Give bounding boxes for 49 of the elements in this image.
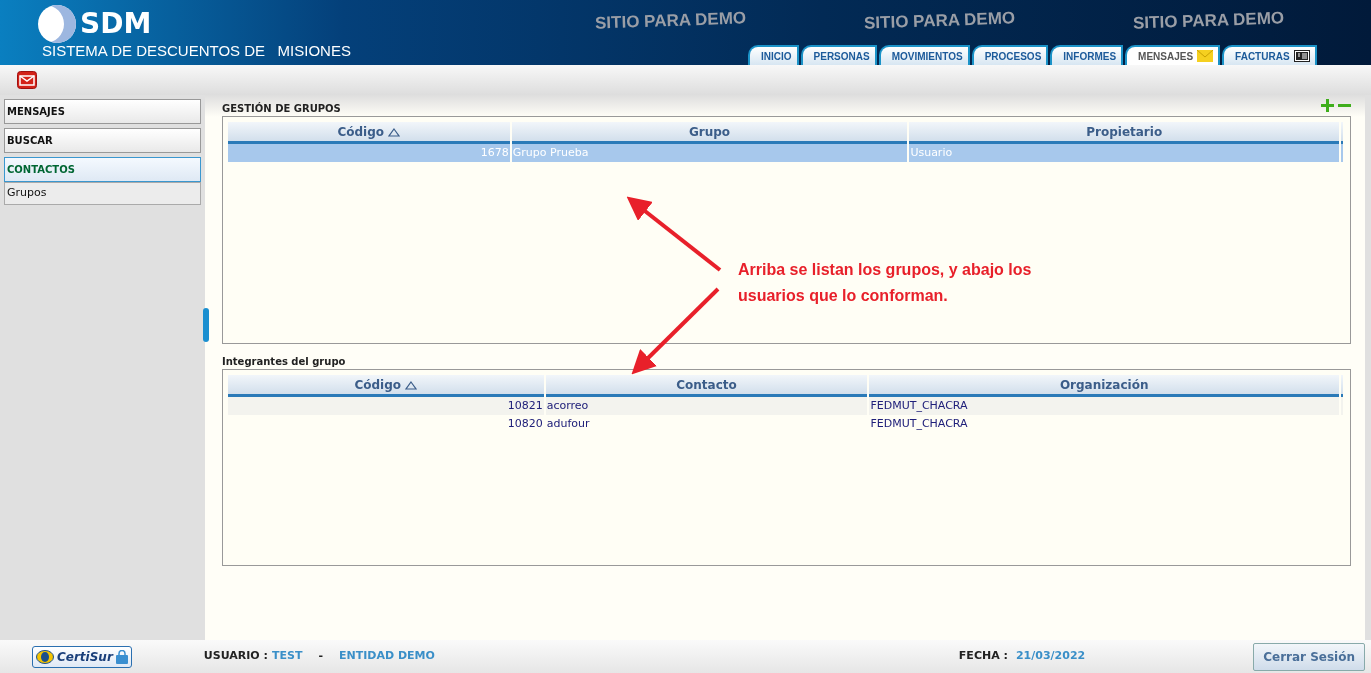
sort-ascending-icon <box>405 380 418 390</box>
mail-icon[interactable] <box>17 71 37 89</box>
logo-text: SDM <box>80 10 152 38</box>
logout-button[interactable]: Cerrar Sesión <box>1253 642 1365 671</box>
sidebar-link[interactable]: Grupos <box>4 182 201 205</box>
envelope-icon <box>1197 50 1214 62</box>
demo-banner-text: SITIO PARA DEMO <box>594 7 747 35</box>
nav-tab[interactable]: INICIO <box>748 45 799 65</box>
annotation-text: Arriba se listan los grupos, y abajo los usuarios que lo conforman. <box>738 260 1033 306</box>
sidebar-section[interactable]: BUSCAR <box>4 128 201 153</box>
table-cell: Usuario <box>909 144 1339 162</box>
moon-logo-icon <box>38 5 76 43</box>
date-value: 21/03/2022 <box>1015 648 1086 665</box>
column-header[interactable]: Código <box>228 122 510 144</box>
padlock-icon <box>115 649 128 664</box>
banknote-icon <box>1293 50 1310 62</box>
nav-tab[interactable]: PROCESOS <box>971 45 1049 65</box>
column-header[interactable]: Contacto <box>545 375 868 397</box>
table-cell: 1678 <box>228 144 510 162</box>
nav-tab[interactable]: MENSAJES <box>1125 45 1221 65</box>
plus-icon[interactable] <box>1321 99 1334 112</box>
nav-tab[interactable]: MOVIMIENTOS <box>878 45 970 65</box>
demo-banner-text: SITIO PARA DEMO <box>1132 7 1285 35</box>
column-header[interactable]: Grupo <box>511 122 908 144</box>
user-label: USUARIO : <box>202 648 268 665</box>
nav-tab[interactable]: INFORMES <box>1050 45 1124 65</box>
table-cell: Grupo Prueba <box>511 144 908 162</box>
nav-tab[interactable]: FACTURAS <box>1222 45 1317 65</box>
certificate-badge[interactable]: CertiSur <box>32 645 132 668</box>
system-title: SISTEMA DE DESCUENTOS DE MISIONES <box>42 41 351 61</box>
user-name: TEST <box>271 648 303 665</box>
nav-tab[interactable]: PERSONAS <box>800 45 877 65</box>
collapse-handle[interactable] <box>203 308 209 342</box>
column-header[interactable]: Código <box>228 375 544 397</box>
sidebar-section[interactable]: MENSAJES <box>4 99 201 124</box>
date-label: FECHA : <box>958 648 1008 665</box>
sidebar-section[interactable]: CONTACTOS <box>4 157 201 182</box>
seal-icon <box>36 649 54 664</box>
section-title: GESTIÓN DE GRUPOS <box>222 101 341 116</box>
table-cell: FEDMUT_CHACRA <box>869 397 1339 415</box>
column-header[interactable]: Propietario <box>909 122 1339 144</box>
sort-ascending-icon <box>388 127 401 137</box>
separator: - <box>318 648 323 665</box>
demo-banner-text: SITIO PARA DEMO <box>863 7 1016 35</box>
column-header[interactable]: Organización <box>869 375 1339 397</box>
entity-name: ENTIDAD DEMO <box>338 648 435 665</box>
table-cell: 10821 <box>228 397 544 415</box>
table-cell: acorreo <box>545 397 868 415</box>
section-title: Integrantes del grupo <box>222 355 346 369</box>
